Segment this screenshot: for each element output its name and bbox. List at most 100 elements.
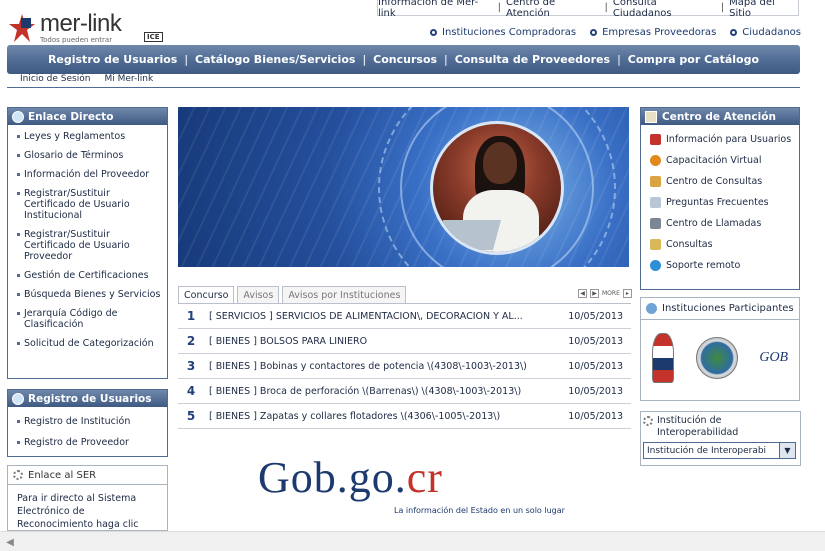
more-arrow-icon[interactable]: ▸ [622,289,632,298]
table-row[interactable]: 2 [ BIENES ] BOLSOS PARA LINIERO 10/05/2… [178,329,631,354]
link-certificado-institucional[interactable]: Registrar/Sustituir Certificado de Usuar… [17,188,161,221]
registro-usuarios-panel: Registro de Usuarios Registro de Institu… [7,389,168,457]
link-leyes[interactable]: Leyes y Reglamentos [17,131,161,142]
row-date: 10/05/2013 [568,385,623,397]
link-capacitacion-virtual[interactable]: Capacitación Virtual [641,150,799,171]
nav-registro-usuarios[interactable]: Registro de Usuarios [48,53,177,66]
row-description[interactable]: [ BIENES ] BOLSOS PARA LINIERO [204,336,564,347]
main-navigation: Registro de Usuarios | Catálogo Bienes/Se… [7,45,800,74]
tab-avisos-instituciones[interactable]: Avisos por Instituciones [282,286,407,303]
gob-caption: La información del Estado en un solo lug… [394,506,565,515]
link-jerarquia-codigo[interactable]: Jerarquía Código de Clasificación [17,308,161,330]
row-number: 3 [186,359,196,373]
gear-icon [643,416,653,426]
link-busqueda-bienes[interactable]: Búsqueda Bienes y Servicios [17,289,161,300]
link-registro-proveedor[interactable]: Registro de Proveedor [17,437,161,448]
row-number: 1 [186,309,196,323]
institution-seal-logo[interactable] [695,337,738,379]
merlink-star-icon [9,14,35,42]
document-icon [650,197,661,208]
scroll-left-icon[interactable]: ◀ [0,533,20,551]
link-soporte-remoto[interactable]: Soporte remoto [641,255,799,276]
link-preguntas-frecuentes[interactable]: Preguntas Frecuentes [641,192,799,213]
building-icon [645,110,657,123]
table-row[interactable]: 3 [ BIENES ] Bobinas y contactores de po… [178,354,631,379]
link-instituciones-compradoras[interactable]: Instituciones Compradoras [430,27,576,38]
table-row[interactable]: 5 [ BIENES ] Zapatas y collares flotador… [178,404,631,429]
toplink-centro-atencion[interactable]: Centro de Atención [506,0,599,19]
capacitacion-icon [650,155,661,166]
row-description[interactable]: [ SERVICIOS ] SERVICIOS DE ALIMENTACIÓN\… [204,311,564,322]
hero-portrait-image [430,121,564,255]
link-glosario[interactable]: Glosario de Términos [17,150,161,161]
registro-usuarios-header: Registro de Usuarios [8,390,167,407]
toplink-mapa-sitio[interactable]: Mapa del Sitio [729,0,798,19]
user-card-icon [12,392,24,405]
link-info-usuarios[interactable]: Información para Usuarios [641,129,799,150]
top-utility-links: Información de Mer-link | Centro de Atenc… [377,0,799,19]
nav-catalogo[interactable]: Catálogo Bienes/Servicios [195,53,355,66]
interoperabilidad-label: Institución de Interoperabilidad [657,415,739,438]
concursos-tabs: Concurso Avisos Avisos por Instituciones [178,286,407,304]
link-empresas-proveedoras[interactable]: Empresas Proveedoras [590,27,716,38]
enlace-ser-header: Enlace al SER [8,466,167,485]
row-number: 5 [186,409,196,423]
tab-concurso[interactable]: Concurso [178,286,235,304]
circle-bullet-icon [730,29,738,36]
circle-bullet-icon [430,29,438,36]
globe-search-icon [646,303,657,314]
institution-gob-logo[interactable]: GOB [759,350,788,366]
tab-pager: ◀ ▶ MORE ▸ [578,289,632,298]
globe-icon [12,110,24,123]
logo-name: mer-link [40,10,122,37]
gob-go-cr-logo[interactable]: Gob.go.cr La información del Estado en u… [258,456,588,522]
hero-banner [178,107,629,267]
link-certificado-proveedor[interactable]: Registrar/Sustituir Certificado de Usuar… [17,229,161,262]
ice-badge: ICE [144,32,163,42]
sub-navigation: Inicio de Sesión Mi Mer-link [7,74,800,88]
row-date: 10/05/2013 [568,360,623,372]
row-description[interactable]: [ BIENES ] Bobinas y contactores de pote… [204,361,564,372]
interoperabilidad-select[interactable]: Institución de Interoperabi ▼ [643,442,796,459]
table-row[interactable]: 1 [ SERVICIOS ] SERVICIOS DE ALIMENTACIÓ… [178,304,631,329]
link-registro-institucion[interactable]: Registro de Institución [17,416,161,427]
link-centro-llamadas[interactable]: Centro de Llamadas [641,213,799,234]
instituciones-participantes-header: Instituciones Participantes [641,298,799,320]
link-gestion-certificaciones[interactable]: Gestión de Certificaciones [17,270,161,281]
horizontal-scrollbar[interactable]: ◀ [0,531,825,551]
row-number: 2 [186,334,196,348]
merlink-logo[interactable]: mer-link Todos pueden entrar ICE [7,10,163,46]
row-description[interactable]: [ BIENES ] Broca de perforación \(Barren… [204,386,564,397]
tools-icon [650,176,661,187]
nav-compra-catalogo[interactable]: Compra por Catálogo [628,53,759,66]
audience-links: Instituciones Compradoras Empresas Prove… [430,27,801,38]
toplink-info-merlink[interactable]: Información de Mer-link [378,0,493,19]
next-arrow-icon[interactable]: ▶ [590,289,599,298]
table-row[interactable]: 4 [ BIENES ] Broca de perforación \(Barr… [178,379,631,404]
row-date: 10/05/2013 [568,310,623,322]
logo-tagline: Todos pueden entrar [40,36,113,44]
link-info-proveedor[interactable]: Información del Proveedor [17,169,161,180]
link-consultas[interactable]: Consultas [641,234,799,255]
skype-icon [650,260,661,271]
row-date: 10/05/2013 [568,410,623,422]
nav-consulta-proveedores[interactable]: Consulta de Proveedores [455,53,610,66]
enlace-directo-header: Enlace Directo [8,108,167,125]
nav-concursos[interactable]: Concursos [373,53,437,66]
subnav-inicio-sesion[interactable]: Inicio de Sesión [20,74,90,87]
tab-avisos[interactable]: Avisos [237,286,280,303]
link-ciudadanos[interactable]: Ciudadanos [730,27,801,38]
more-link[interactable]: MORE [602,290,620,297]
toplink-consulta-ciudadanos[interactable]: Consulta Ciudadanos [613,0,716,19]
link-solicitud-categorizacion[interactable]: Solicitud de Categorización [17,338,161,349]
institution-crest-logo[interactable] [651,333,674,383]
phone-icon [650,218,661,229]
concursos-list: 1 [ SERVICIOS ] SERVICIOS DE ALIMENTACIÓ… [178,304,631,429]
row-description[interactable]: [ BIENES ] Zapatas y collares flotadores… [204,411,564,422]
subnav-mi-merlink[interactable]: Mi Mer-link [104,74,153,87]
link-centro-consultas[interactable]: Centro de Consultas [641,171,799,192]
instituciones-participantes-panel: Instituciones Participantes GOB [640,297,800,401]
centro-atencion-panel: Centro de Atención Información para Usua… [640,107,800,290]
prev-arrow-icon[interactable]: ◀ [578,289,587,298]
gear-icon [13,470,23,480]
